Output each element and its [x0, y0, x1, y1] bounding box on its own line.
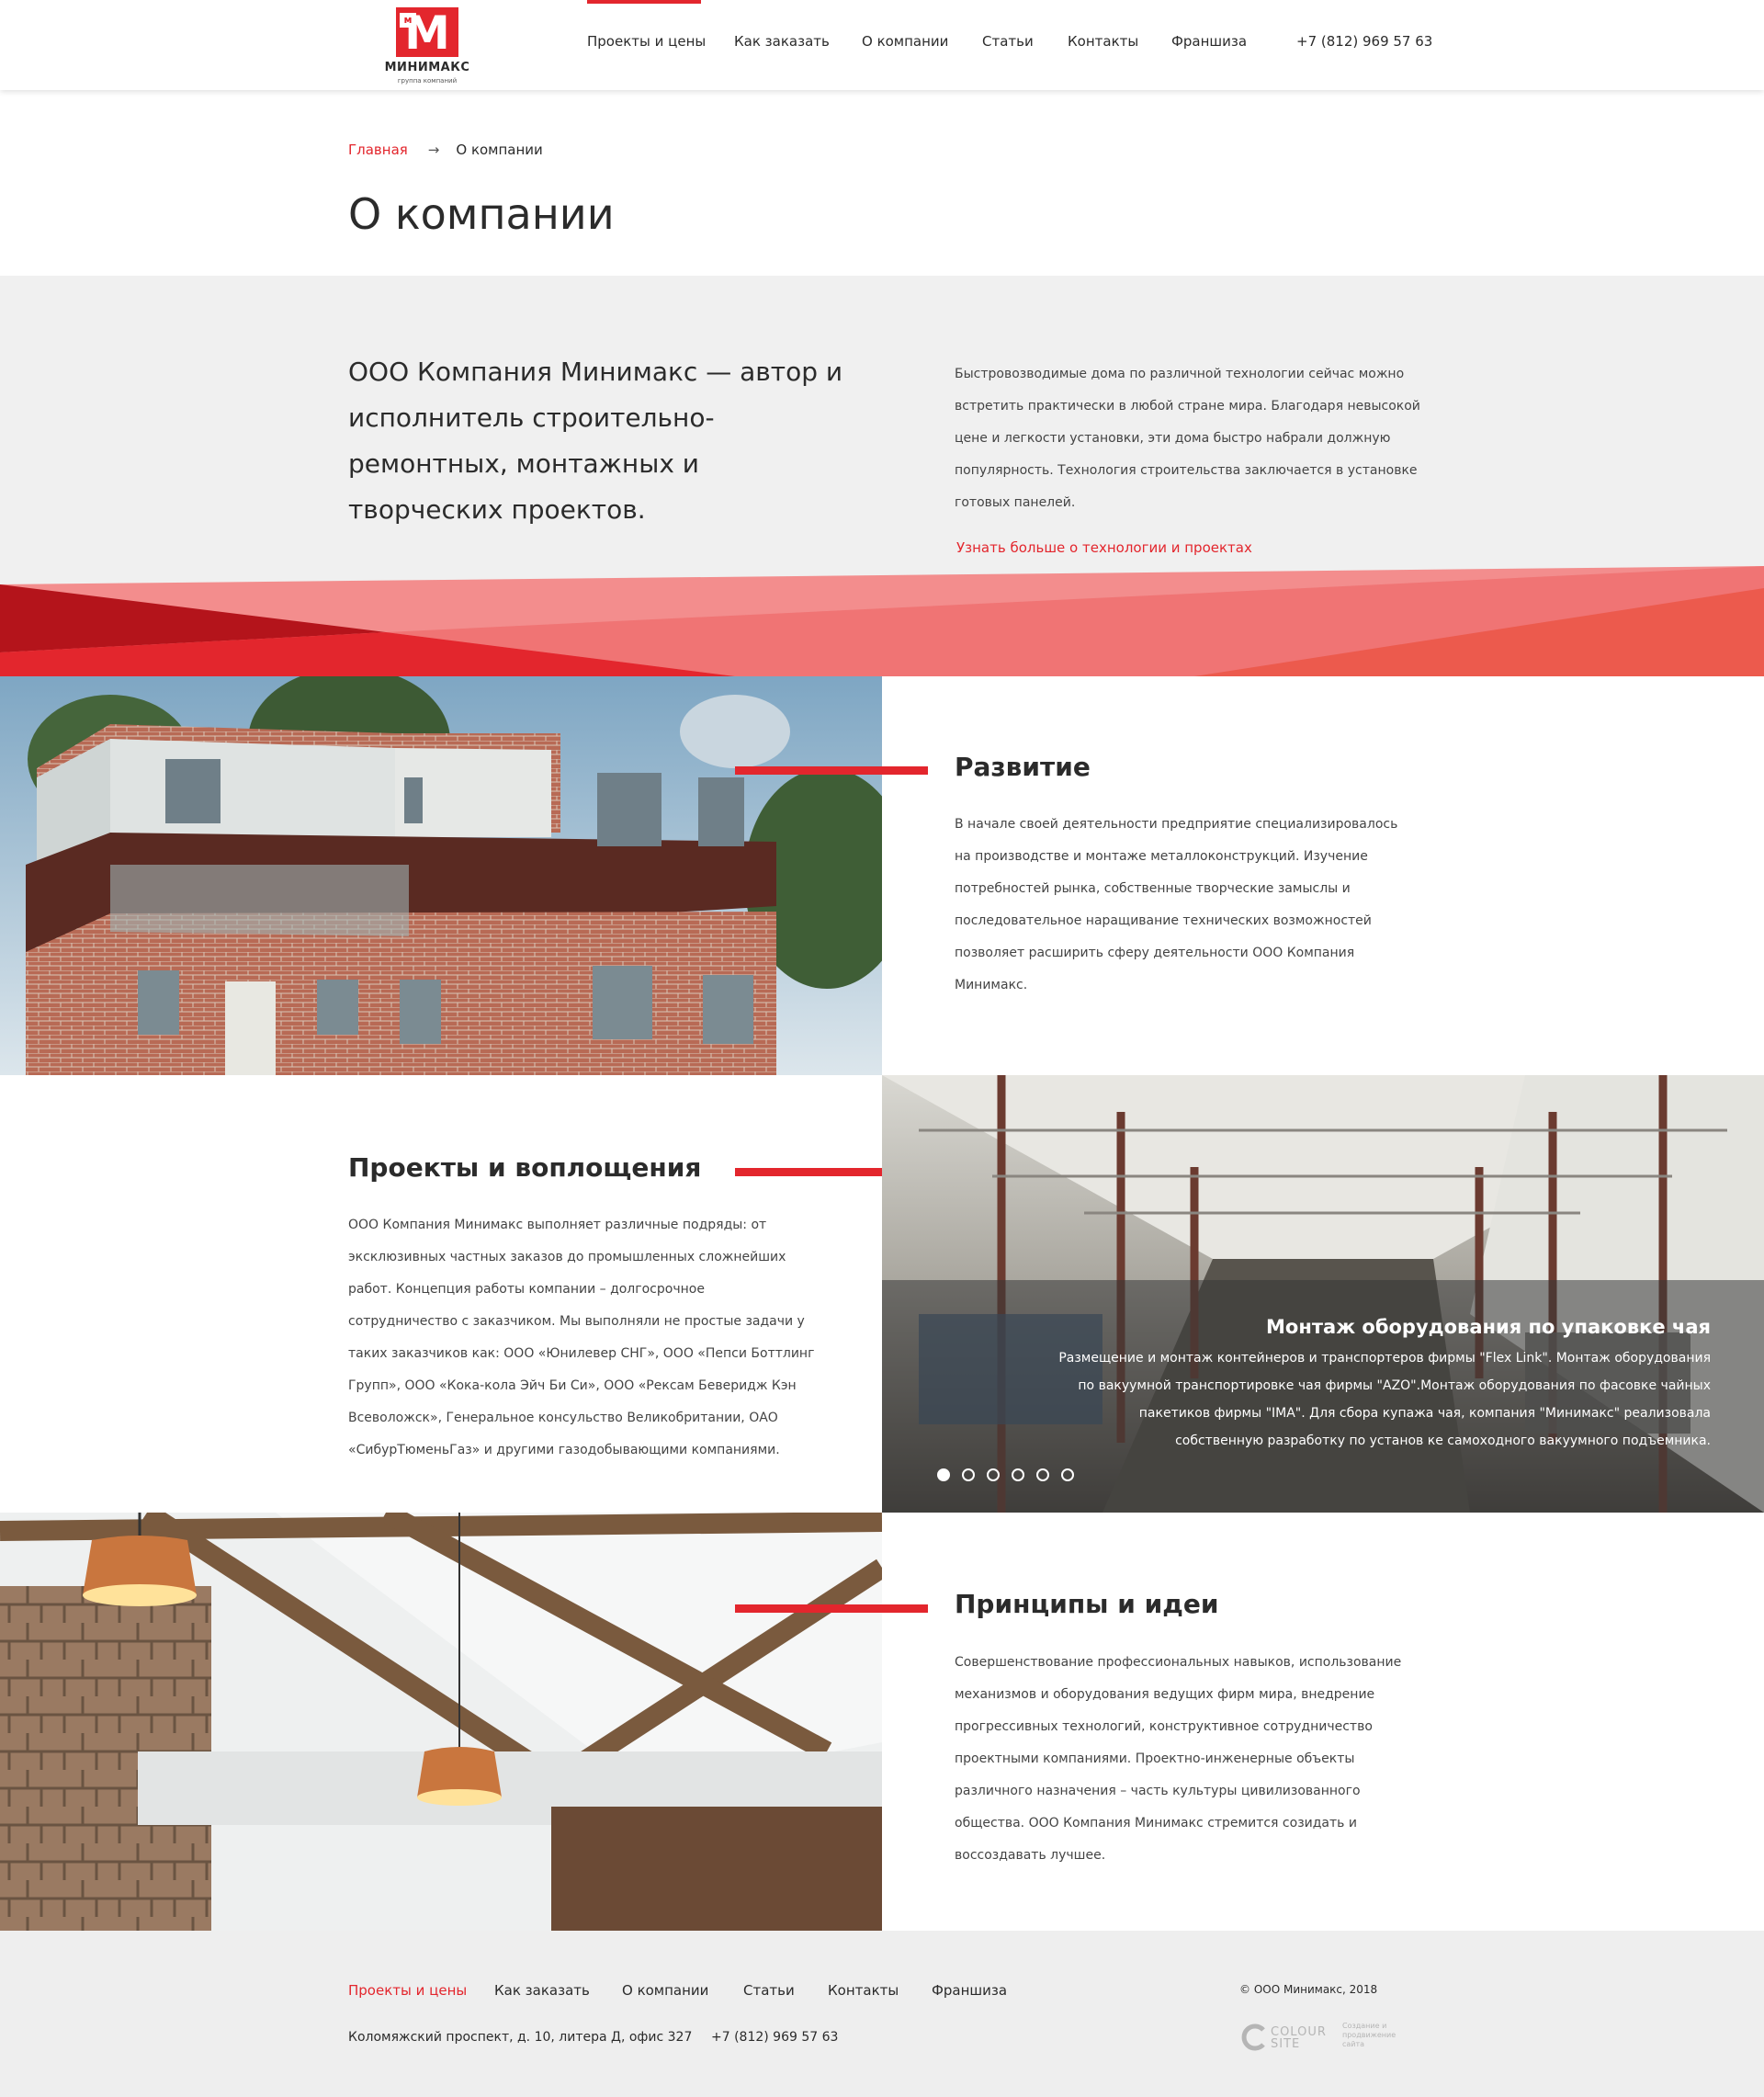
slide-description: Размещение и монтаж контейнеров и трансп… — [1058, 1351, 1711, 1448]
footer-nav-how-to-order[interactable]: Как заказать — [494, 1982, 590, 1999]
section-accent-line — [735, 1604, 928, 1613]
footer-nav-projects[interactable]: Проекты и цены — [348, 1982, 467, 1999]
nav-active-indicator — [587, 0, 701, 4]
nav-item-articles[interactable]: Статьи — [982, 33, 1034, 50]
slider-dot-4[interactable] — [1012, 1468, 1024, 1481]
nav-item-how-to-order[interactable]: Как заказать — [734, 33, 830, 50]
projects-title: Проекты и воплощения — [348, 1152, 702, 1183]
breadcrumb: Главная → О компании — [348, 142, 543, 158]
footer-address: Коломяжский проспект, д. 10, литера Д, о… — [348, 2030, 693, 2045]
developer-description: Создание и продвижение сайта — [1342, 2022, 1396, 2048]
breadcrumb-current: О компании — [456, 142, 543, 158]
company-logo[interactable]: М м МИНИМАКС группа компаний — [379, 6, 475, 86]
section-accent-line — [735, 766, 928, 775]
intro-section: ООО Компания Минимакс — автор и исполнит… — [0, 276, 1764, 676]
developer-credit[interactable]: COLOUR SITE Создание и продвижение сайта — [1239, 2021, 1423, 2057]
footer-phone[interactable]: +7 (812) 969 57 63 — [711, 2030, 838, 2045]
site-footer: Проекты и цены Как заказать О компании С… — [0, 1931, 1764, 2097]
projects-text: ООО Компания Минимакс выполняет различны… — [348, 1218, 815, 1457]
slider-dot-6[interactable] — [1061, 1468, 1074, 1481]
developer-name: COLOUR SITE — [1271, 2026, 1326, 2050]
slider-dot-1[interactable] — [937, 1468, 950, 1481]
logo-subtitle: группа компаний — [397, 77, 458, 85]
breadcrumb-home-link[interactable]: Главная — [348, 142, 408, 158]
footer-copyright: © ООО Минимакс, 2018 — [1239, 1983, 1378, 1996]
site-header: М м МИНИМАКС группа компаний Проекты и ц… — [0, 0, 1764, 90]
footer-nav-contacts[interactable]: Контакты — [828, 1982, 899, 1999]
principles-text: Совершенствование профессиональных навык… — [955, 1655, 1402, 1863]
logo-name: МИНИМАКС — [384, 61, 470, 74]
footer-nav-articles[interactable]: Статьи — [743, 1982, 795, 1999]
interior-photo — [0, 1513, 882, 1931]
decorative-red-waves — [0, 566, 1764, 676]
logo-mark-small: м — [400, 13, 416, 28]
slide-title: Монтаж оборудования по упаковке чая — [1266, 1316, 1711, 1338]
development-text: В начале своей деятельности предприятие … — [955, 817, 1398, 992]
nav-item-about[interactable]: О компании — [862, 33, 948, 50]
slider-dot-5[interactable] — [1036, 1468, 1049, 1481]
development-title: Развитие — [955, 752, 1091, 782]
breadcrumb-arrow-icon: → — [427, 142, 440, 158]
nav-item-franchise[interactable]: Франшиза — [1171, 33, 1247, 50]
house-photo — [0, 676, 882, 1075]
intro-lead-text: ООО Компания Минимакс — автор и исполнит… — [348, 357, 843, 525]
colour-site-logo-icon — [1241, 2023, 1265, 2051]
header-phone[interactable]: +7 (812) 969 57 63 — [1296, 33, 1432, 50]
slider-dot-3[interactable] — [987, 1468, 1000, 1481]
nav-item-projects[interactable]: Проекты и цены — [587, 33, 706, 50]
footer-nav-about[interactable]: О компании — [622, 1982, 708, 1999]
slider-dot-2[interactable] — [962, 1468, 975, 1481]
principles-title: Принципы и идеи — [955, 1589, 1219, 1619]
intro-description: Быстровозводимые дома по различной техно… — [955, 367, 1420, 510]
logo-mark: М м — [396, 7, 458, 57]
page-title: О компании — [348, 189, 615, 239]
footer-nav-franchise[interactable]: Франшиза — [932, 1982, 1007, 1999]
nav-item-contacts[interactable]: Контакты — [1068, 33, 1138, 50]
developer-name-line2: SITE — [1271, 2037, 1301, 2051]
learn-more-link[interactable]: Узнать больше о технологии и проектах — [956, 539, 1252, 556]
